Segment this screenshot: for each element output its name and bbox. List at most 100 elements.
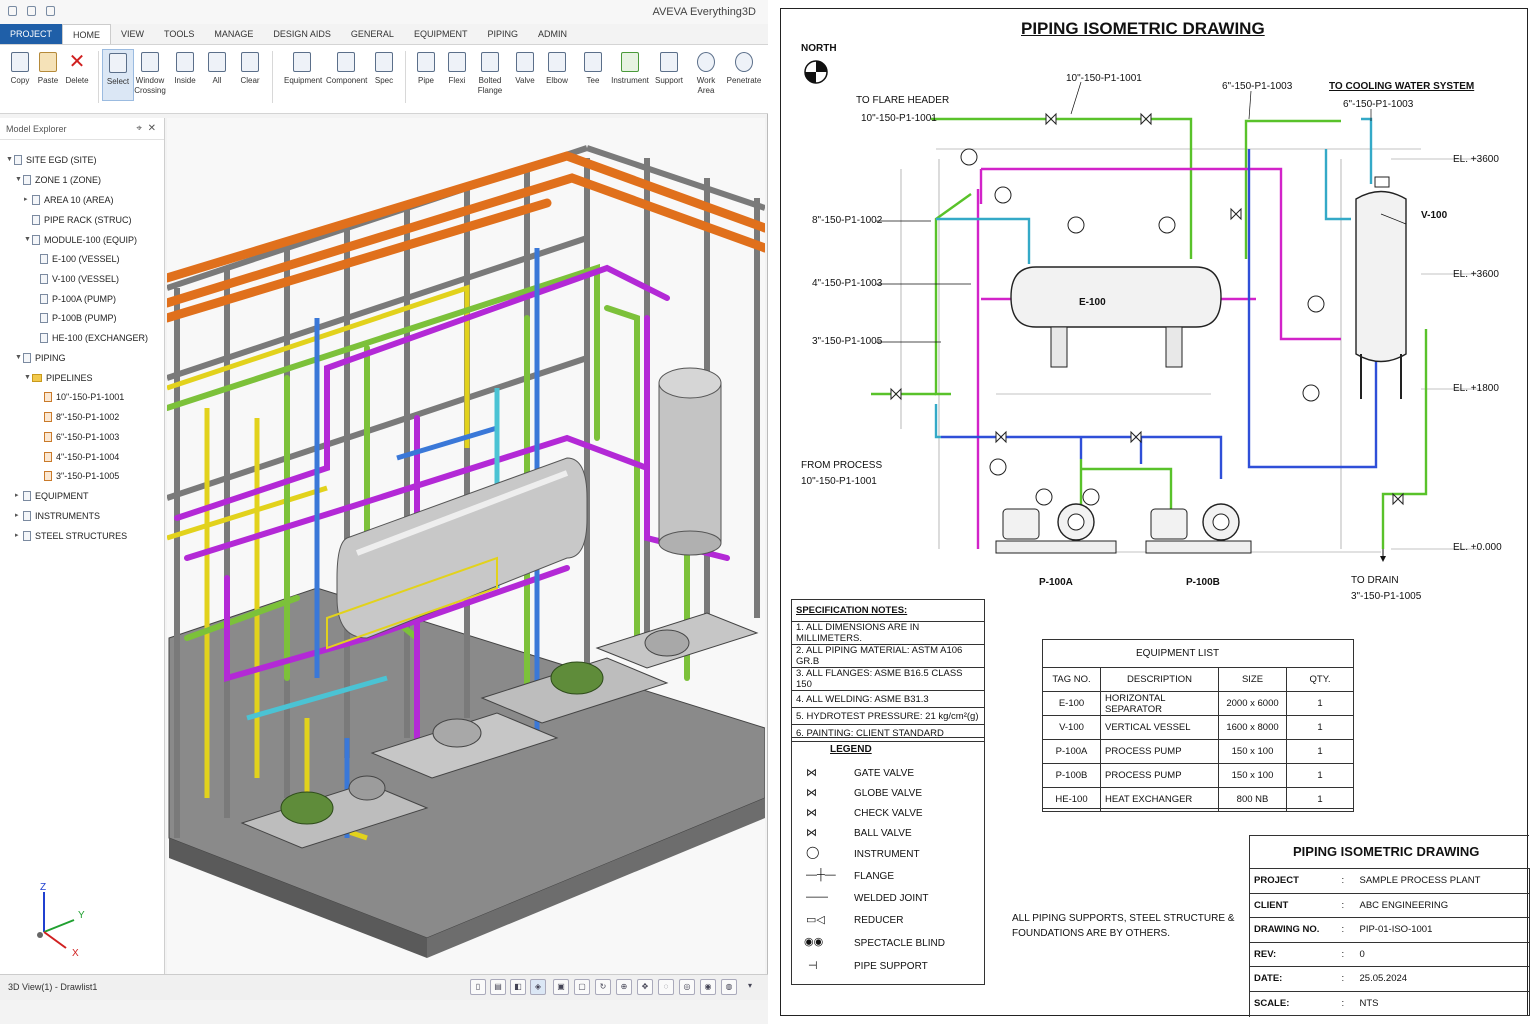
window-crossing-button[interactable]: Window Crossing <box>134 49 166 96</box>
elevation-label: EL. +3600 <box>1453 154 1499 165</box>
spec-button[interactable]: Spec <box>368 49 400 86</box>
tree-node-pipe-rack[interactable]: PIPE RACK (STRUC) <box>24 212 132 228</box>
tree-node-site[interactable]: ▼ SITE EGD (SITE) <box>6 152 97 168</box>
tree-node-v100[interactable]: V-100 (VESSEL) <box>40 271 119 287</box>
chevron-down-icon[interactable]: ▼ <box>15 172 23 188</box>
line-top-label: 10"-150-P1-1001 <box>1066 73 1142 84</box>
view-tool-icon[interactable]: ◈ <box>530 979 546 995</box>
tab-admin[interactable]: ADMIN <box>528 24 577 44</box>
fly-icon[interactable]: ◉ <box>700 979 716 995</box>
all-button[interactable]: All <box>201 49 233 86</box>
chevron-down-icon[interactable]: ▾ <box>742 979 758 995</box>
rotate-icon[interactable]: ↻ <box>595 979 611 995</box>
tree-node-line-1004[interactable]: 4"-150-P1-1004 <box>44 449 119 465</box>
chevron-right-icon[interactable]: ▸ <box>15 508 23 524</box>
support-button[interactable]: Support <box>653 49 685 86</box>
3d-viewport[interactable] <box>167 118 765 974</box>
elevation-label: EL. +0.000 <box>1453 542 1502 553</box>
status-bar: 3D View(1) - Drawlist1 ▯ ▤ ◧ ◈ ▣ ▢ ↻ ⊕ ✥… <box>0 974 768 1000</box>
tree-node-line-1001[interactable]: 10"-150-P1-1001 <box>44 389 124 405</box>
paste-button[interactable]: Paste <box>32 49 64 86</box>
chevron-right-icon[interactable]: ▸ <box>15 488 23 504</box>
tab-design-aids[interactable]: DESIGN AIDS <box>263 24 341 44</box>
view-tool-icon[interactable]: ◧ <box>510 979 526 995</box>
tree-node-pipelines[interactable]: ▼ PIPELINES <box>24 370 93 386</box>
view-tool-icon[interactable]: ▤ <box>490 979 506 995</box>
chevron-down-icon[interactable]: ▼ <box>15 350 23 366</box>
tab-view[interactable]: VIEW <box>111 24 154 44</box>
spec-note: 2. ALL PIPING MATERIAL: ASTM A106 GR.B <box>791 644 985 668</box>
valve-button[interactable]: Valve <box>509 49 541 86</box>
legend-item: GATE VALVE <box>854 768 915 779</box>
tree-node-piping[interactable]: ▼ PIPING <box>15 350 66 366</box>
tree-node-he100[interactable]: HE-100 (EXCHANGER) <box>40 330 148 346</box>
penetrate-button[interactable]: Penetrate <box>725 49 763 86</box>
zoom-icon[interactable]: ⊕ <box>616 979 632 995</box>
tree-node-area[interactable]: ▸ AREA 10 (AREA) <box>24 192 114 208</box>
piping-icon <box>23 353 31 363</box>
walk-icon[interactable]: ◎ <box>679 979 695 995</box>
more-icon[interactable]: ◍ <box>721 979 737 995</box>
bottom-strip <box>0 1000 768 1024</box>
component-button[interactable]: Component <box>326 49 367 86</box>
view-tool-icon[interactable]: ▣ <box>553 979 569 995</box>
to-cooling-label: TO COOLING WATER SYSTEM <box>1329 81 1475 92</box>
tree-node-steel[interactable]: ▸ STEEL STRUCTURES <box>15 528 127 544</box>
vessel-e100-model[interactable] <box>336 457 588 639</box>
pan-icon[interactable]: ✥ <box>637 979 653 995</box>
work-area-button[interactable]: Work Area <box>688 49 724 96</box>
vessel-v100-model[interactable] <box>658 367 722 556</box>
tree-node-instruments[interactable]: ▸ INSTRUMENTS <box>15 508 100 524</box>
chevron-down-icon[interactable]: ▸ <box>24 192 32 208</box>
view-tool-icon[interactable]: ▢ <box>574 979 590 995</box>
to-drain-label: TO DRAIN <box>1351 575 1399 586</box>
chevron-down-icon[interactable]: ▼ <box>6 152 14 168</box>
table-header: TAG NO. <box>1042 667 1101 692</box>
save-icon[interactable] <box>8 6 17 16</box>
elbow-button[interactable]: Elbow <box>541 49 573 86</box>
orbit-icon[interactable]: ◌ <box>658 979 674 995</box>
tree-node-module[interactable]: ▼ MODULE-100 (EQUIP) <box>24 232 137 248</box>
tab-equipment[interactable]: EQUIPMENT <box>404 24 478 44</box>
flexi-button[interactable]: Flexi <box>441 49 473 86</box>
tree-node-equipment[interactable]: ▸ EQUIPMENT <box>15 488 89 504</box>
tab-project[interactable]: PROJECT <box>0 24 63 44</box>
clear-button[interactable]: Clear <box>234 49 266 86</box>
tree-node-line-1005[interactable]: 3"-150-P1-1005 <box>44 468 119 484</box>
legend-item: INSTRUMENT <box>854 849 920 860</box>
chevron-down-icon[interactable]: ▼ <box>24 370 32 386</box>
bolted-flange-button[interactable]: Bolted Flange <box>474 49 506 96</box>
tree-node-line-1003[interactable]: 6"-150-P1-1003 <box>44 429 119 445</box>
tree-node-p100a[interactable]: P-100A (PUMP) <box>40 291 116 307</box>
delete-button[interactable]: Delete <box>61 49 93 86</box>
equipment-button[interactable]: Equipment <box>284 49 322 86</box>
chevron-down-icon[interactable]: ▼ <box>24 232 32 248</box>
tab-manage[interactable]: MANAGE <box>204 24 263 44</box>
select-button[interactable]: Select <box>102 49 134 101</box>
tab-tools[interactable]: TOOLS <box>154 24 204 44</box>
tee-button[interactable]: Tee <box>577 49 609 86</box>
undo-icon[interactable] <box>27 6 36 16</box>
tab-home[interactable]: HOME <box>62 24 112 44</box>
pin-icon[interactable]: ⌖ <box>136 118 142 140</box>
ribbon: Copy Paste Delete Select WindowCrossing … <box>0 44 768 114</box>
tree-node-e100[interactable]: E-100 (VESSEL) <box>40 251 120 267</box>
specification-notes-table: SPECIFICATION NOTES: 1. ALL DIMENSIONS A… <box>791 599 985 742</box>
inside-button[interactable]: Inside <box>169 49 201 86</box>
view-tool-icon[interactable]: ▯ <box>470 979 486 995</box>
tree-node-line-1002[interactable]: 8"-150-P1-1002 <box>44 409 119 425</box>
spec-note: 1. ALL DIMENSIONS ARE IN MILLIMETERS. <box>791 621 985 645</box>
tree-node-zone[interactable]: ▼ ZONE 1 (ZONE) <box>15 172 101 188</box>
tab-general[interactable]: GENERAL <box>341 24 404 44</box>
tree-node-p100b[interactable]: P-100B (PUMP) <box>40 310 117 326</box>
redo-icon[interactable] <box>46 6 55 16</box>
vessel-v100-symbol <box>1355 176 1407 399</box>
model-explorer-panel: Model Explorer ⌖ ✕ ▼ SITE EGD (SITE) ▼ ZON… <box>0 118 165 974</box>
instrument-button[interactable]: Instrument <box>611 49 649 86</box>
gate-valve-icon: ⋈ <box>806 767 817 779</box>
tab-piping[interactable]: PIPING <box>477 24 528 44</box>
chevron-right-icon[interactable]: ▸ <box>15 528 23 544</box>
close-icon[interactable]: ✕ <box>148 118 156 140</box>
pipe-button[interactable]: Pipe <box>410 49 442 86</box>
legend-item: SPECTACLE BLIND <box>854 938 945 949</box>
